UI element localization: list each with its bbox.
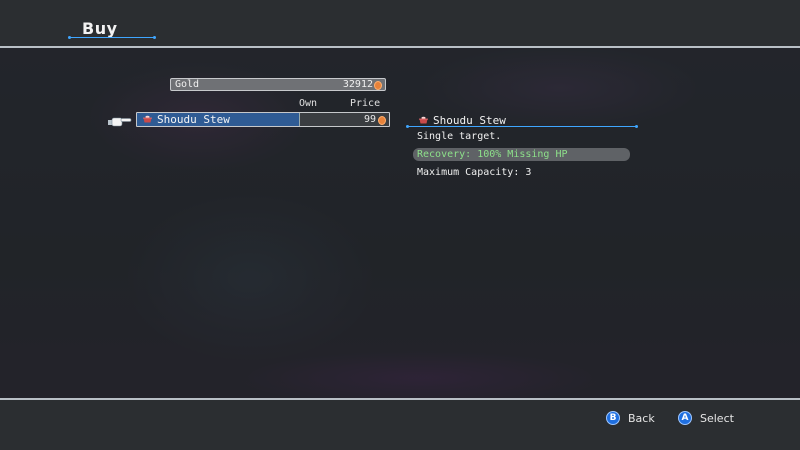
stew-pot-icon (143, 115, 152, 123)
gold-label: Gold (175, 79, 200, 90)
own-column-header: Own (299, 98, 318, 109)
top-bar: Buy (0, 0, 800, 48)
gold-value: 32912 (342, 79, 373, 90)
coin-icon (374, 81, 382, 90)
stew-pot-icon (419, 116, 428, 124)
back-hint[interactable]: B Back (606, 411, 655, 425)
detail-recovery: Recovery: 100% Missing HP (413, 148, 630, 161)
back-label: Back (628, 411, 655, 425)
hand-pointer-icon (108, 117, 132, 127)
select-label: Select (700, 411, 734, 425)
shop-item-row[interactable]: Shoudu Stew 99 (136, 112, 390, 127)
gold-display: Gold 32912 (170, 78, 386, 91)
detail-capacity: Maximum Capacity: 3 (417, 167, 532, 178)
select-hint[interactable]: A Select (678, 411, 734, 425)
page-title: Buy (82, 19, 118, 38)
a-button-icon: A (678, 411, 692, 425)
background-scene (0, 48, 800, 398)
title-underline (68, 36, 156, 39)
price-column-header: Price (350, 98, 381, 109)
item-price: 99 (363, 114, 376, 125)
b-button-icon: B (606, 411, 620, 425)
bottom-bar: B Back A Select (0, 398, 800, 450)
item-name: Shoudu Stew (157, 113, 230, 126)
detail-description: Single target. (417, 131, 502, 142)
detail-divider (406, 125, 638, 128)
coin-icon (378, 116, 386, 125)
